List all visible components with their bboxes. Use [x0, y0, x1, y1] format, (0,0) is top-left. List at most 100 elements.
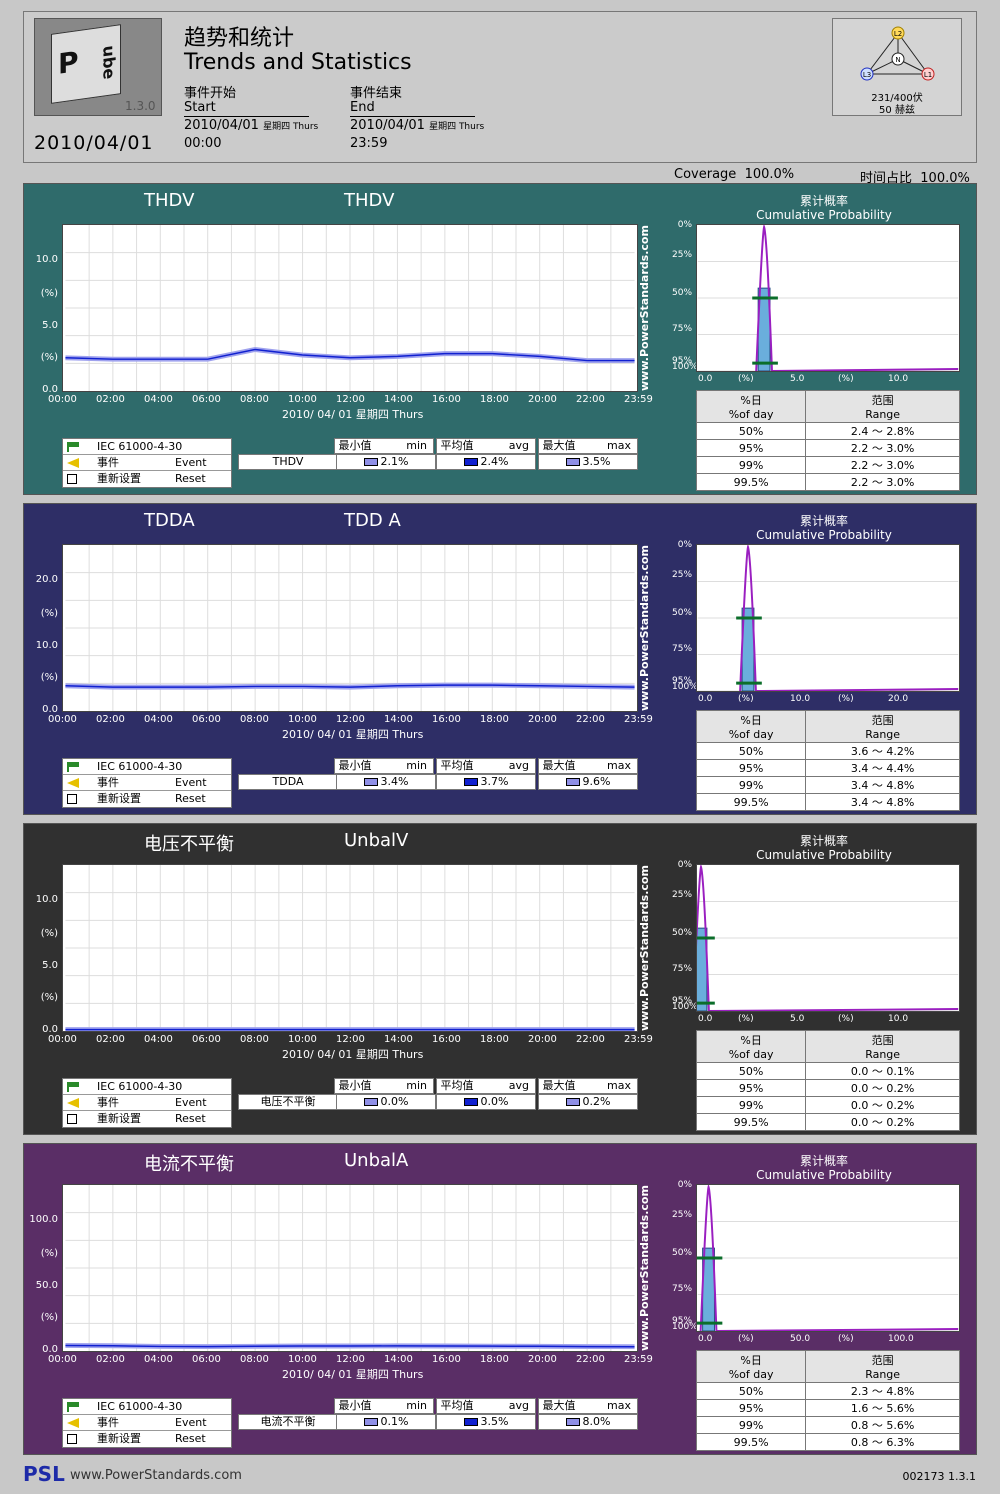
x-tick: 16:00: [432, 394, 461, 405]
legend-reset[interactable]: 重新设置 Reset: [63, 1431, 231, 1447]
legend-std[interactable]: IEC 61000-4-30: [63, 1399, 231, 1415]
cum-y-tick: 100%: [672, 1322, 698, 1332]
panel-title-right: UnbalA: [344, 1150, 409, 1171]
x-tick: 20:00: [528, 714, 557, 725]
y-tick: 50.0: [35, 1280, 58, 1291]
min-header: 最小值 min: [334, 438, 434, 454]
x-tick: 06:00: [192, 1034, 221, 1045]
legend-reset[interactable]: 重新设置 Reset: [63, 1111, 231, 1127]
min-header: 最小值 min: [334, 1078, 434, 1094]
cum-y-tick: 0%: [677, 1180, 692, 1190]
flag-icon: [67, 762, 79, 772]
x-date: 2010/ 04/ 01 星期四 Thurs: [282, 728, 424, 741]
svg-text:L3: L3: [863, 71, 871, 79]
pct-day-header: %日 %of day: [695, 1350, 807, 1383]
x-date: 2010/ 04/ 01 星期四 Thurs: [282, 1048, 424, 1061]
legend-reset[interactable]: 重新设置 Reset: [63, 471, 231, 487]
cum-title-en: Cumulative Probability: [756, 848, 892, 862]
x-tick: 18:00: [480, 1354, 509, 1365]
x-tick: 02:00: [96, 1354, 125, 1365]
cum-x-tick: 0.0: [698, 374, 713, 384]
event-icon: [67, 458, 79, 468]
cum-chart: [696, 1184, 960, 1332]
legend-event[interactable]: 事件 Event: [63, 1095, 231, 1111]
x-tick: 14:00: [384, 1034, 413, 1045]
max-value: 9.6%: [538, 774, 638, 790]
x-tick: 14:00: [384, 394, 413, 405]
x-date: 2010/ 04/ 01 星期四 Thurs: [282, 1368, 424, 1381]
start-label-cn: 事件开始: [184, 86, 237, 101]
panel-title-right: UnbalV: [344, 830, 409, 851]
table-row: 99% 0.8 ～ 5.6%: [695, 1416, 960, 1434]
legend-std[interactable]: IEC 61000-4-30: [63, 439, 231, 455]
cum-chart: [696, 864, 960, 1012]
coverage-en: Coverage 100.0%: [674, 167, 795, 182]
pct-day-header: %日 %of day: [695, 1030, 807, 1063]
cum-y-tick: 25%: [672, 570, 693, 580]
y-tick: 10.0: [35, 894, 58, 905]
x-tick: 08:00: [240, 714, 269, 725]
table-row: 99% 0.0 ～ 0.2%: [695, 1096, 960, 1114]
x-tick: 22:00: [576, 714, 605, 725]
stat-label: 电压不平衡: [238, 1094, 338, 1110]
report-header: Pube 1.3.0 2010/04/01 趋势和统计 Trends and S…: [23, 11, 977, 163]
flag-icon: [67, 442, 79, 452]
legend-reset[interactable]: 重新设置 Reset: [63, 791, 231, 807]
cum-y-tick: 100%: [672, 362, 698, 372]
cum-x-tick: 0.0: [698, 1334, 713, 1344]
legend-box: IEC 61000-4-30 事件 Event 重新设置 Reset: [62, 438, 232, 488]
x-tick: 18:00: [480, 394, 509, 405]
x-tick: 12:00: [336, 1354, 365, 1365]
y-tick: (%): [40, 928, 58, 939]
max-header: 最大值 max: [538, 1398, 638, 1414]
cum-x-tick: 5.0: [790, 374, 805, 384]
min-value: 3.4%: [336, 774, 436, 790]
range-header: 范围 Range: [805, 1030, 960, 1063]
cumulative-curve: [739, 545, 959, 691]
cum-y-tick: 50%: [672, 288, 693, 298]
x-tick: 23:59: [624, 1354, 653, 1365]
range-table: %日 %of day 范围 Range 50% 0.0 ～ 0.1% 95% 0.0 ～ 0.…: [695, 1030, 960, 1131]
svg-text:L2: L2: [894, 30, 902, 38]
cum-y-tick: 75%: [672, 644, 693, 654]
table-row: 99% 2.2 ～ 3.0%: [695, 456, 960, 474]
legend-std[interactable]: IEC 61000-4-30: [63, 1079, 231, 1095]
y-tick: (%): [40, 1248, 58, 1259]
stat-label: 电流不平衡: [238, 1414, 338, 1430]
legend-std[interactable]: IEC 61000-4-30: [63, 759, 231, 775]
watermark: www.PowerStandards.com: [638, 545, 651, 711]
table-row: 50% 0.0 ～ 0.1%: [695, 1062, 960, 1080]
cum-chart: [696, 544, 960, 692]
x-tick: 00:00: [48, 394, 77, 405]
range-header: 范围 Range: [805, 390, 960, 423]
trend-chart: [62, 864, 638, 1032]
psl-logo: PSL: [23, 1462, 65, 1486]
x-tick: 02:00: [96, 1034, 125, 1045]
y-tick: (%): [40, 288, 58, 299]
legend-box: IEC 61000-4-30 事件 Event 重新设置 Reset: [62, 1398, 232, 1448]
panel-title-right: TDD A: [344, 510, 401, 531]
cum-y-tick: 25%: [672, 250, 693, 260]
stat-label: THDV: [238, 454, 338, 470]
avg-header: 平均值 avg: [436, 1398, 536, 1414]
x-tick: 16:00: [432, 1354, 461, 1365]
x-tick: 18:00: [480, 1034, 509, 1045]
max-header: 最大值 max: [538, 1078, 638, 1094]
range-table: %日 %of day 范围 Range 50% 3.6 ～ 4.2% 95% 3.4 ～ 4.…: [695, 710, 960, 811]
cum-y-tick: 25%: [672, 1210, 693, 1220]
legend-event[interactable]: 事件 Event: [63, 775, 231, 791]
cum-x-tick: (%): [738, 1334, 754, 1344]
max-header: 最大值 max: [538, 758, 638, 774]
cube-icon: Pube: [51, 24, 121, 104]
event-icon: [67, 1418, 79, 1428]
legend-event[interactable]: 事件 Event: [63, 455, 231, 471]
cum-y-tick: 50%: [672, 1248, 693, 1258]
x-tick: 20:00: [528, 394, 557, 405]
phase-frequency: 50 赫兹: [879, 105, 915, 116]
reset-icon: [67, 1434, 77, 1444]
start-time: 00:00: [184, 136, 222, 151]
legend-event[interactable]: 事件 Event: [63, 1415, 231, 1431]
panel-title-left: 电流不平衡: [144, 1154, 234, 1175]
min-header: 最小值 min: [334, 1398, 434, 1414]
table-row: 99% 3.4 ～ 4.8%: [695, 776, 960, 794]
